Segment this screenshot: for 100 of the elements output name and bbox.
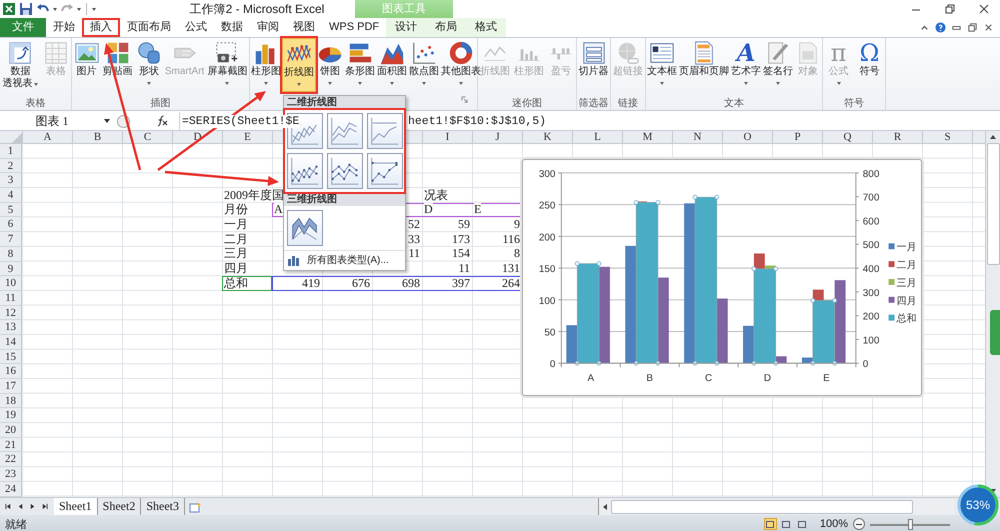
column-header[interactable]: K <box>522 131 572 143</box>
speed-badge[interactable]: 53% <box>956 483 1000 527</box>
row-header[interactable]: 4 <box>0 188 22 203</box>
row-header[interactable]: 18 <box>0 394 22 408</box>
ribbon-tab[interactable]: 开始 <box>46 18 82 37</box>
ribbon-button[interactable]: 饼图 <box>316 38 344 92</box>
line-chart-option[interactable] <box>367 153 403 189</box>
ribbon-button[interactable]: 折线图 <box>282 38 316 92</box>
row-header[interactable]: 8 <box>0 246 22 262</box>
view-button[interactable] <box>780 518 793 530</box>
ribbon-button[interactable]: 屏幕截图 <box>206 38 248 92</box>
row-header[interactable]: 10 <box>0 276 22 291</box>
column-header[interactable]: R <box>872 131 922 143</box>
row-header[interactable]: 16 <box>0 364 22 379</box>
save-icon[interactable] <box>19 2 33 16</box>
insert-sheet-icon[interactable] <box>189 500 204 512</box>
ribbon-tab[interactable]: 页面布局 <box>120 18 178 37</box>
row-header[interactable]: 11 <box>0 290 22 306</box>
line-chart-option[interactable] <box>327 153 363 189</box>
ribbon-tab[interactable]: 公式 <box>178 18 214 37</box>
restore-icon[interactable] <box>967 22 978 33</box>
column-header[interactable]: S <box>922 131 972 143</box>
row-header[interactable]: 22 <box>0 452 22 468</box>
column-header[interactable]: J <box>472 131 522 143</box>
name-box[interactable]: 图表 1 <box>0 112 100 130</box>
line-chart-option[interactable] <box>287 153 323 189</box>
row-header[interactable]: 14 <box>0 334 22 350</box>
caret-icon[interactable] <box>92 8 96 10</box>
column-header[interactable]: P <box>772 131 822 143</box>
view-button[interactable] <box>796 518 809 530</box>
ribbon-tab[interactable]: 数据 <box>214 18 250 37</box>
close-icon[interactable] <box>983 22 994 33</box>
column-header[interactable]: N <box>672 131 722 143</box>
row-header[interactable]: 15 <box>0 350 22 364</box>
line-chart-option[interactable] <box>327 113 363 149</box>
row-header[interactable]: 24 <box>0 482 22 496</box>
ribbon-button[interactable]: 其他图表 <box>440 38 482 92</box>
ribbon-button[interactable]: 面积图 <box>376 38 408 92</box>
ribbon-tab[interactable]: 设计 <box>386 18 426 37</box>
ribbon-button[interactable]: 签名行 <box>762 38 794 92</box>
menu-item[interactable]: 所有图表类型(A)... <box>284 250 405 270</box>
ribbon-button[interactable]: 文本框 <box>646 38 678 92</box>
help-icon[interactable] <box>935 22 946 33</box>
selection-handles[interactable] <box>810 298 837 366</box>
column-header[interactable]: L <box>572 131 622 143</box>
caret-icon[interactable] <box>53 8 57 10</box>
ribbon-button[interactable]: 柱形图 <box>250 38 282 92</box>
zoom-level[interactable]: 100% <box>820 518 848 530</box>
sheet-tab[interactable]: Sheet1 <box>54 498 98 515</box>
ribbon-button[interactable]: 形状 <box>134 38 163 92</box>
ribbon-tab[interactable]: WPS PDF <box>322 18 386 37</box>
sheet-nav-icon[interactable] <box>5 503 12 510</box>
ribbon-button[interactable]: 切片器 <box>578 38 610 92</box>
row-header[interactable]: 3 <box>0 173 22 188</box>
ribbon-tab[interactable]: 审阅 <box>250 18 286 37</box>
vertical-scrollbar[interactable] <box>985 131 1000 497</box>
dialog-launcher-icon[interactable] <box>461 96 468 103</box>
view-button[interactable] <box>764 518 777 530</box>
column-header[interactable]: B <box>72 131 122 143</box>
ribbon-button[interactable]: 条形图 <box>344 38 376 92</box>
caret-icon[interactable] <box>104 119 110 123</box>
row-header[interactable]: 13 <box>0 320 22 335</box>
ribbon-tab[interactable]: 格式 <box>466 18 506 37</box>
row-header[interactable]: 2 <box>0 158 22 174</box>
row-header[interactable]: 5 <box>0 202 22 218</box>
row-header[interactable]: 7 <box>0 232 22 247</box>
column-header[interactable]: E <box>222 131 272 143</box>
close-icon[interactable] <box>978 3 990 15</box>
column-header[interactable]: I <box>422 131 472 143</box>
column-header[interactable]: A <box>22 131 72 143</box>
ribbon-tab[interactable]: 布局 <box>426 18 466 37</box>
zoom-out-button[interactable] <box>853 518 865 530</box>
row-header[interactable]: 21 <box>0 438 22 452</box>
ribbon-tab[interactable]: 视图 <box>286 18 322 37</box>
row-header[interactable]: 20 <box>0 423 22 438</box>
horizontal-scrollbar[interactable] <box>598 498 954 515</box>
column-header[interactable]: C <box>122 131 172 143</box>
column-header[interactable]: O <box>722 131 772 143</box>
row-header[interactable]: 19 <box>0 408 22 424</box>
row-header[interactable]: 12 <box>0 306 22 320</box>
line-chart-option[interactable] <box>367 113 403 149</box>
ribbon-tab[interactable]: 文件 <box>0 18 46 37</box>
row-header[interactable]: 1 <box>0 144 22 159</box>
restore-icon[interactable] <box>944 3 956 15</box>
row-header[interactable]: 9 <box>0 262 22 276</box>
ribbon-button[interactable]: 散点图 <box>408 38 440 92</box>
row-header[interactable]: 23 <box>0 467 22 482</box>
ribbon-button[interactable]: 页眉和页脚 <box>678 38 730 92</box>
ribbon-button[interactable]: 数据 透视表 <box>1 38 40 92</box>
function-icon[interactable] <box>155 115 169 127</box>
row-header[interactable]: 6 <box>0 217 22 232</box>
caret-icon[interactable] <box>77 8 81 10</box>
chart-area[interactable]: 0 50 100 150 200 250 300 0 100 200 300 400 500 600 700 800 A B C D E 一月 二月 三月 四月 总和 <box>522 159 922 396</box>
ribbon-button[interactable]: A 艺术字 <box>730 38 762 92</box>
sheet-nav-icon[interactable] <box>41 503 48 510</box>
column-header[interactable]: M <box>622 131 672 143</box>
3d-line-chart-option[interactable] <box>287 210 323 246</box>
ribbon-button[interactable]: Ω 符号 <box>858 38 880 92</box>
row-header[interactable]: 17 <box>0 379 22 394</box>
ribbon-tab[interactable]: 插入 <box>82 18 120 37</box>
